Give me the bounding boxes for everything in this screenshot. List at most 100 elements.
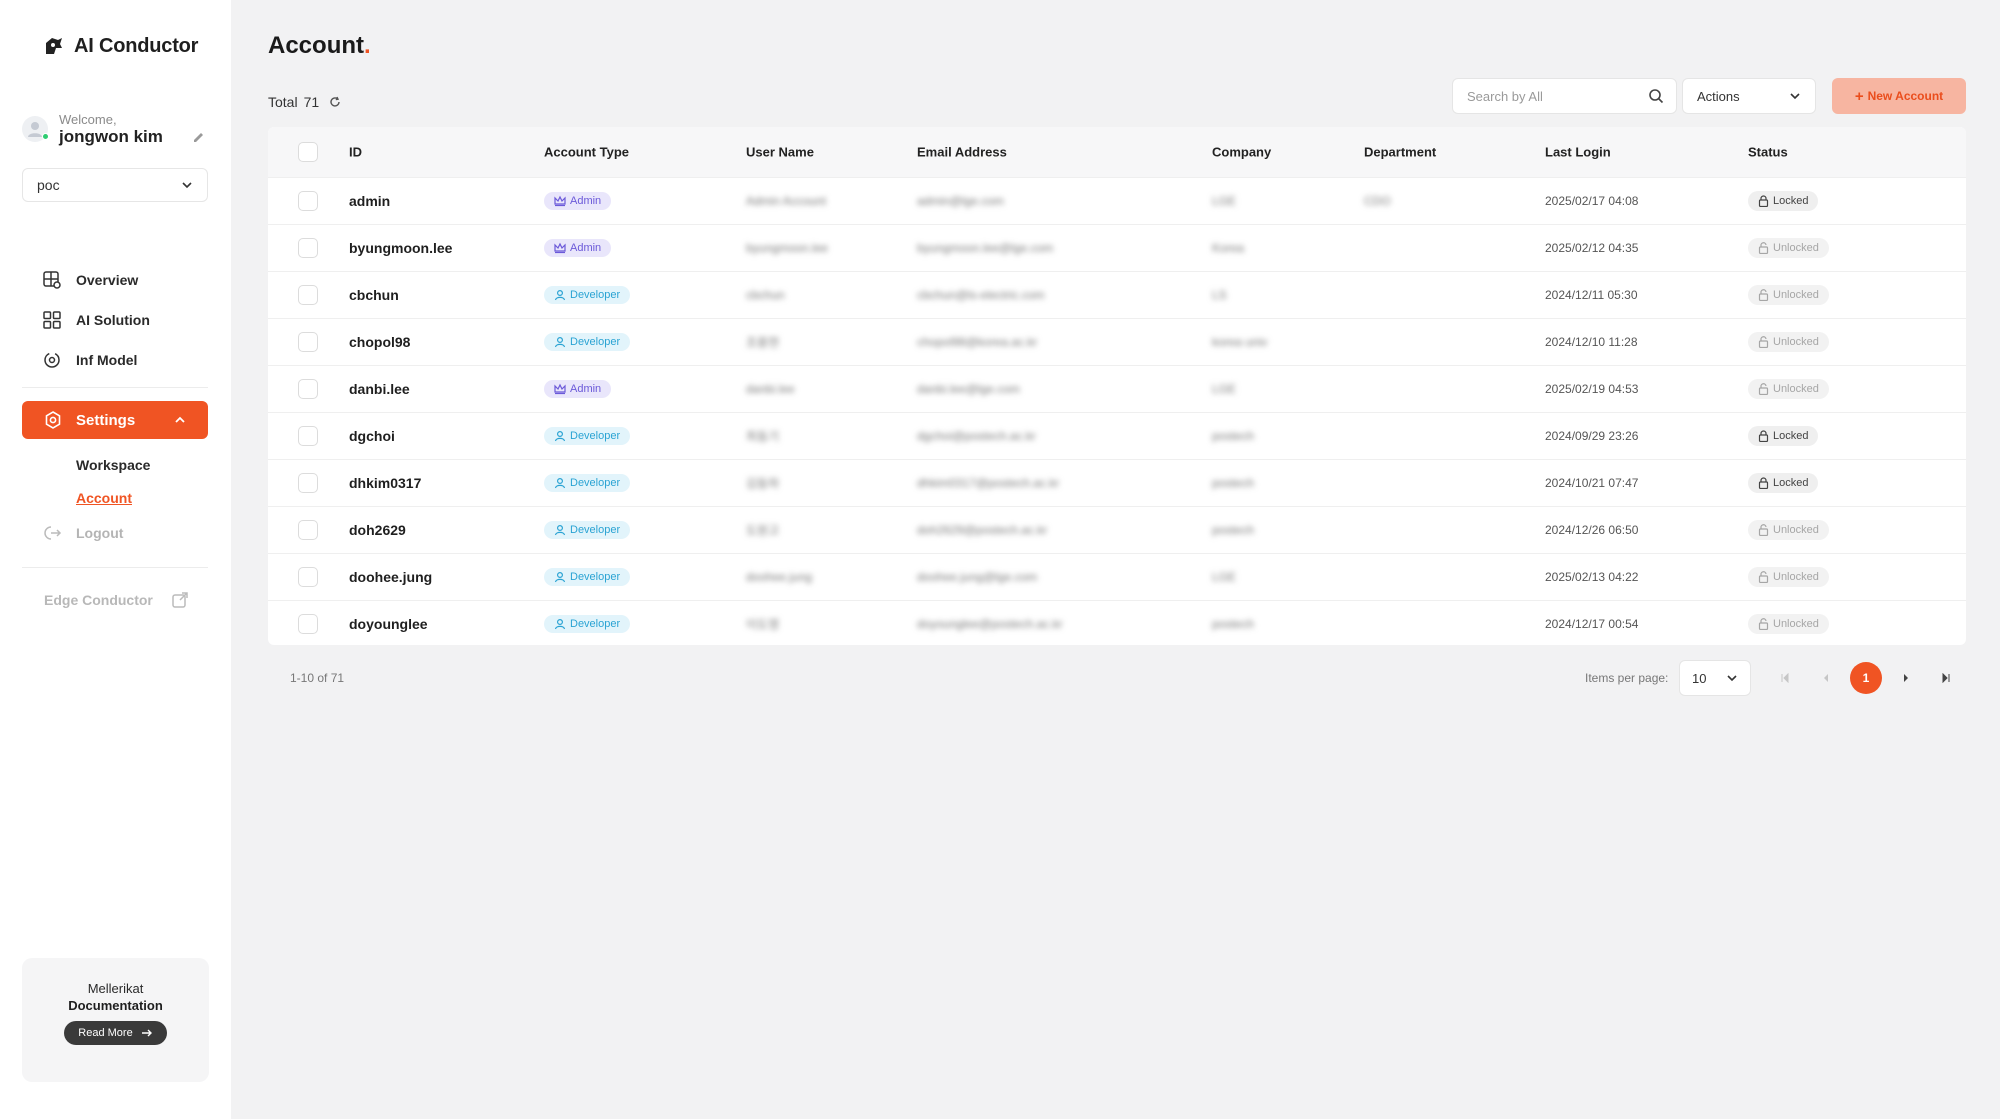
header-user-name[interactable]: User Name	[746, 145, 814, 160]
nav-item-overview[interactable]: Overview	[42, 260, 150, 300]
last-page-button[interactable]	[1930, 662, 1962, 694]
account-type-label: Admin	[570, 383, 602, 395]
row-checkbox[interactable]	[298, 238, 318, 258]
account-id[interactable]: dhkim0317	[349, 475, 421, 491]
first-page-button[interactable]	[1769, 662, 1801, 694]
status-label: Unlocked	[1773, 618, 1819, 630]
external-link-icon	[172, 592, 188, 608]
table-row[interactable]: doohee.jung Developer doohee.jung doohee.ju…	[268, 553, 1966, 600]
last-login: 2024/12/17 00:54	[1545, 617, 1639, 631]
header-account-type[interactable]: Account Type	[544, 145, 629, 160]
online-status-dot	[42, 133, 49, 140]
settings-label: Settings	[76, 411, 136, 429]
app-logo[interactable]: AI Conductor	[42, 34, 198, 58]
settings-gear-icon	[45, 411, 61, 429]
table-row[interactable]: cbchun Developer cbchun cbchun@ls-electric.…	[268, 271, 1966, 318]
table-row[interactable]: byungmoon.lee Admin byungmoon.lee byungmoon…	[268, 224, 1966, 271]
status-badge[interactable]: Locked	[1748, 426, 1819, 446]
search-input[interactable]	[1467, 88, 1627, 104]
search-box[interactable]	[1452, 78, 1677, 114]
new-account-button[interactable]: + New Account	[1832, 78, 1966, 114]
table-row[interactable]: danbi.lee Admin danbi.lee danbi.lee@lge.com…	[268, 365, 1966, 412]
row-checkbox[interactable]	[298, 426, 318, 446]
page-button-current[interactable]: 1	[1850, 662, 1882, 694]
row-checkbox[interactable]	[298, 379, 318, 399]
table-row[interactable]: chopol98 Developer 조용현 chopol98@korea.ac.kr…	[268, 318, 1966, 365]
unlock-icon	[1758, 289, 1769, 301]
crown-icon	[554, 242, 566, 254]
status-badge[interactable]: Locked	[1748, 191, 1819, 211]
row-checkbox[interactable]	[298, 285, 318, 305]
row-checkbox[interactable]	[298, 567, 318, 587]
select-all-checkbox[interactable]	[298, 142, 318, 162]
edit-profile-icon[interactable]	[192, 130, 206, 147]
row-checkbox[interactable]	[298, 191, 318, 211]
account-type-label: Developer	[570, 289, 621, 301]
account-id[interactable]: admin	[349, 193, 390, 209]
table-row[interactable]: doh2629 Developer 도원고 doh2629@postech.ac.kr…	[268, 506, 1966, 553]
account-id[interactable]: doohee.jung	[349, 569, 432, 585]
nav-sub-workspace[interactable]: Workspace	[76, 457, 150, 473]
user-name: byungmoon.lee	[746, 241, 829, 255]
row-checkbox[interactable]	[298, 614, 318, 634]
account-id[interactable]: danbi.lee	[349, 381, 410, 397]
account-id[interactable]: byungmoon.lee	[349, 240, 452, 256]
status-label: Unlocked	[1773, 336, 1819, 348]
table-row[interactable]: dgchoi Developer 최동기 dgchoi@postech.ac.kr po…	[268, 412, 1966, 459]
nav-item-ai-solution[interactable]: AI Solution	[42, 300, 150, 340]
account-id[interactable]: dgchoi	[349, 428, 395, 444]
header-department[interactable]: Department	[1364, 145, 1436, 160]
company: LGE	[1212, 194, 1237, 208]
nav-divider	[22, 567, 208, 568]
header-company[interactable]: Company	[1212, 145, 1271, 160]
table-row[interactable]: dhkim0317 Developer 김동하 dhkim0317@postech.a…	[268, 459, 1966, 506]
edge-conductor-link[interactable]: Edge Conductor	[44, 591, 189, 609]
account-id[interactable]: cbchun	[349, 287, 399, 303]
table-row[interactable]: doyounglee Developer 이도영 doyounglee@postech…	[268, 600, 1966, 645]
prev-page-button[interactable]	[1810, 662, 1842, 694]
read-more-button[interactable]: Read More	[64, 1021, 167, 1045]
nav-sub-account[interactable]: Account	[76, 490, 132, 506]
account-type-label: Developer	[570, 571, 621, 583]
first-page-icon	[1781, 673, 1789, 683]
main-nav: Overview AI Solution Inf Model	[42, 260, 150, 380]
account-type-badge: Admin	[544, 192, 612, 210]
status-badge[interactable]: Unlocked	[1748, 238, 1829, 258]
header-email[interactable]: Email Address	[917, 145, 1007, 160]
status-badge[interactable]: Unlocked	[1748, 332, 1829, 352]
header-status[interactable]: Status	[1748, 145, 1788, 160]
unlock-icon	[1758, 383, 1769, 395]
table-row[interactable]: admin Admin Admin Account admin@lge.com LGE C…	[268, 177, 1966, 224]
globe-search-icon	[43, 271, 61, 289]
row-checkbox[interactable]	[298, 473, 318, 493]
account-id[interactable]: doh2629	[349, 522, 406, 538]
actions-dropdown[interactable]: Actions	[1682, 78, 1816, 114]
account-id[interactable]: chopol98	[349, 334, 410, 350]
next-page-button[interactable]	[1890, 662, 1922, 694]
chevron-down-icon	[182, 182, 192, 189]
row-checkbox[interactable]	[298, 332, 318, 352]
chevron-down-icon	[1727, 675, 1737, 682]
user-profile: Welcome, jongwon kim	[22, 110, 208, 154]
header-last-login[interactable]: Last Login	[1545, 145, 1611, 160]
user-name: 조용현	[746, 335, 780, 350]
logout-button[interactable]: Logout	[44, 524, 123, 542]
logout-icon	[44, 526, 62, 540]
status-badge[interactable]: Unlocked	[1748, 379, 1829, 399]
nav-item-inf-model[interactable]: Inf Model	[42, 340, 150, 380]
header-id[interactable]: ID	[349, 145, 362, 160]
status-badge[interactable]: Unlocked	[1748, 285, 1829, 305]
status-badge[interactable]: Locked	[1748, 473, 1819, 493]
row-checkbox[interactable]	[298, 520, 318, 540]
account-id[interactable]: doyounglee	[349, 616, 428, 632]
search-icon[interactable]	[1648, 88, 1664, 104]
refresh-icon[interactable]	[329, 96, 341, 108]
status-badge[interactable]: Unlocked	[1748, 614, 1829, 634]
items-per-page-select[interactable]: 10	[1679, 660, 1751, 696]
status-badge[interactable]: Unlocked	[1748, 520, 1829, 540]
user-name: 이도영	[746, 617, 780, 632]
workspace-select[interactable]: poc	[22, 168, 208, 202]
nav-item-settings[interactable]: Settings	[22, 401, 208, 439]
refresh-gear-icon	[44, 352, 60, 368]
status-badge[interactable]: Unlocked	[1748, 567, 1829, 587]
